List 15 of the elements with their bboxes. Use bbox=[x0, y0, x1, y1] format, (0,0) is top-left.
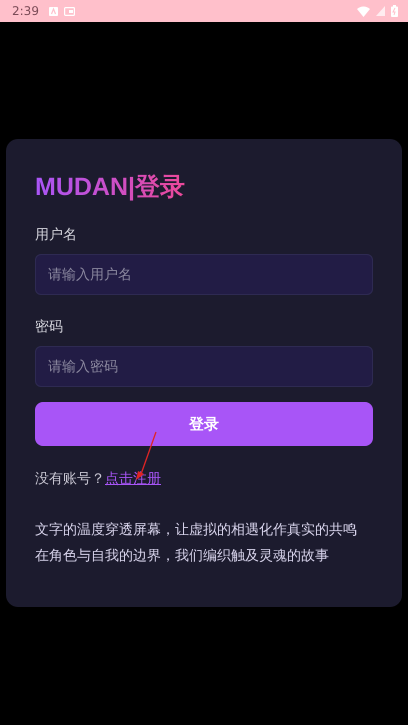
battery-icon bbox=[391, 5, 398, 17]
slogan-line: 文字的温度穿透屏幕，让虚拟的相遇化作真实的共鸣 bbox=[35, 521, 358, 540]
status-time: 2:39 bbox=[12, 4, 39, 18]
field-label: 用户名 bbox=[35, 226, 78, 245]
field-label: 密码 bbox=[35, 318, 64, 337]
password-field[interactable]: 请输入密码 bbox=[35, 346, 373, 387]
notification-icon bbox=[48, 6, 58, 16]
login-title: MUDAN|登录 bbox=[35, 171, 186, 203]
slogan-line: 在角色与自我的边界，我们编织触及灵魂的故事 bbox=[35, 547, 330, 566]
wifi-icon bbox=[357, 6, 370, 16]
register-prompt: 没有账号？ bbox=[35, 471, 105, 487]
login-button[interactable]: 登录 bbox=[35, 402, 373, 446]
signal-icon bbox=[376, 6, 385, 16]
picture-in-picture-icon bbox=[64, 6, 75, 16]
username-field[interactable]: 请输入用户名 bbox=[35, 254, 373, 295]
